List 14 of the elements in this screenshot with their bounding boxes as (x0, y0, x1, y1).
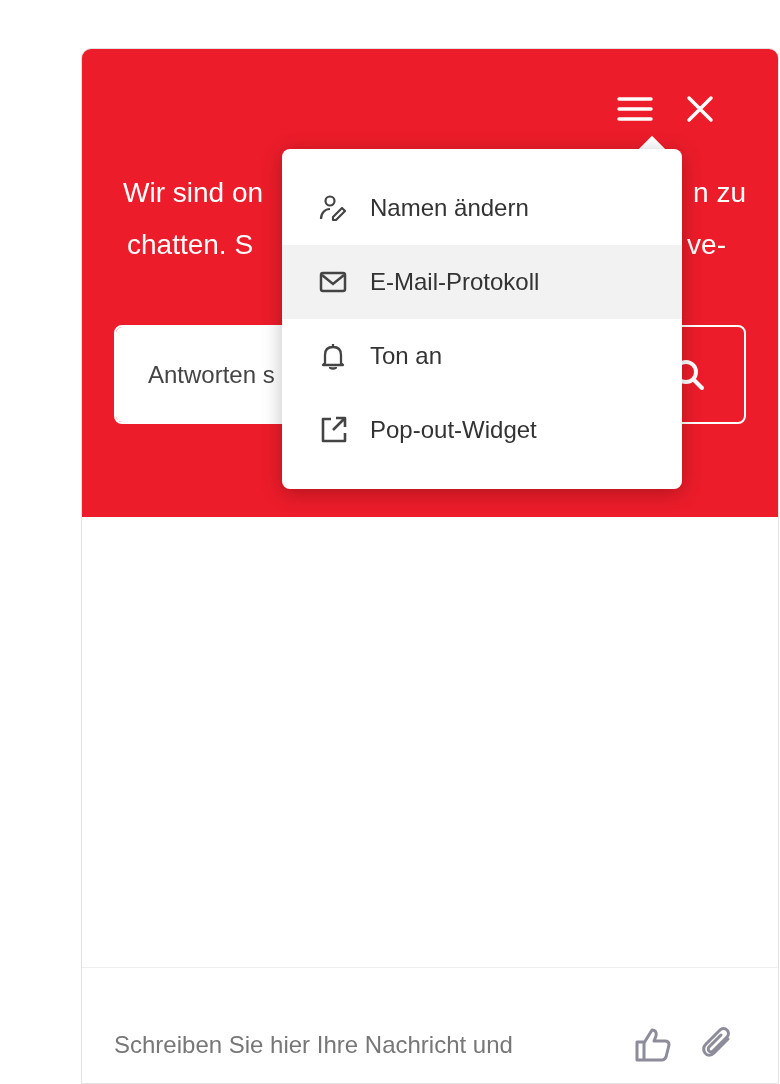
menu-item[interactable]: Ton an (282, 319, 682, 393)
person-pencil-icon (318, 193, 348, 223)
greeting-text: ve- (687, 228, 726, 262)
search-placeholder: Antworten s (148, 359, 275, 390)
menu-item[interactable]: Namen ändern (282, 171, 682, 245)
menu-item[interactable]: Pop-out-Widget (282, 393, 682, 467)
menu-button[interactable] (616, 94, 654, 124)
menu-item[interactable]: E-Mail-Protokoll (282, 245, 682, 319)
thumbs-up-icon[interactable] (634, 1027, 672, 1063)
greeting-text: Wir sind on (123, 176, 264, 210)
message-field[interactable]: Schreiben Sie hier Ihre Nachricht und (114, 1027, 634, 1063)
greeting-text: n zu (693, 176, 746, 210)
close-button[interactable] (684, 93, 716, 125)
greeting-text: chatten. S (127, 228, 254, 262)
